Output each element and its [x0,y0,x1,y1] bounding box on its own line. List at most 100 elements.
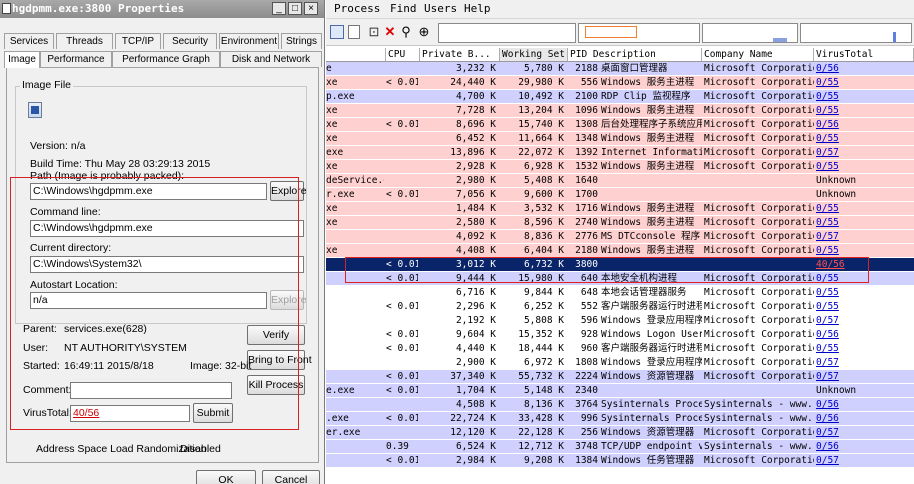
tab-strings[interactable]: Strings [281,33,322,49]
process-row[interactable]: 4,092 K 8,836 K 2776 MS DTCconsole 程序 Micros… [326,230,914,243]
process-row[interactable]: er.exe 12,120 K 22,128 K 256 Windows 资源管理器 Mi… [326,426,914,439]
virustotal-cell[interactable]: 0/55 [816,342,912,355]
cpu-graph[interactable] [438,23,576,43]
virustotal-cell[interactable]: 0/55 [816,202,912,215]
virustotal-cell[interactable]: 0/55 [816,300,912,313]
virustotal-cell[interactable]: 0/55 [816,132,912,145]
target-icon[interactable]: ⊕ [416,24,432,40]
process-row[interactable]: .exe < 0.01 22,724 K 33,428 K 996 Sysinternal… [326,412,914,425]
io-graph[interactable] [702,23,798,43]
virustotal-cell[interactable]: 0/57 [816,426,912,439]
process-row[interactable]: < 0.01 9,444 K 15,980 K 640 本地安全机构进程 Microsof… [326,272,914,285]
path-field[interactable]: C:\Windows\hgdpmm.exe [30,183,267,200]
process-row[interactable]: e 3,232 K 5,780 K 2188 桌面窗口管理器 Microsoft Corp… [326,62,914,75]
virustotal-cell[interactable]: 0/56 [816,412,912,425]
process-row[interactable]: < 0.01 9,604 K 15,352 K 928 Windows Logon Us… [326,328,914,341]
virustotal-cell[interactable]: 0/55 [816,104,912,117]
cancel-button[interactable]: Cancel [262,470,320,484]
process-row[interactable]: 2,900 K 6,972 K 1808 Windows 登录应用程序 Microsof… [326,356,914,369]
col-cpu[interactable]: CPU [386,48,420,61]
close-button[interactable]: × [304,2,318,15]
menu-find[interactable]: Find [390,2,417,15]
process-row[interactable]: xe 2,580 K 8,596 K 2740 Windows 服务主进程 Microso… [326,216,914,229]
autostart-field[interactable]: n/a [30,292,267,309]
network-graph[interactable] [800,23,912,43]
col-private-bytes[interactable]: Private B... [420,48,500,61]
tab-services[interactable]: Services [4,33,54,49]
process-row[interactable]: xe 2,928 K 6,928 K 1532 Windows 服务主进程 Microso… [326,160,914,173]
process-row[interactable]: p.exe 4,700 K 10,492 K 2100 RDP Clip 监视程序 Mic… [326,90,914,103]
properties-icon[interactable] [348,25,360,39]
find-icon[interactable]: ⚲ [398,24,414,40]
virustotal-cell[interactable]: 40/56 [816,258,912,271]
tab-disk-network[interactable]: Disk and Network [220,51,322,67]
process-row[interactable]: xe < 0.01 8,696 K 15,740 K 1308后台处理程序子系统应用程序… [326,118,914,131]
command-line-field[interactable]: C:\Windows\hgdpmm.exe [30,220,304,237]
virustotal-cell[interactable]: 0/55 [816,216,912,229]
col-working-set[interactable]: Working Set [500,48,568,61]
tab-security[interactable]: Security [163,33,217,49]
tab-tcpip[interactable]: TCP/IP [115,33,161,49]
memory-graph[interactable] [578,23,700,43]
verify-button[interactable]: Verify [247,325,305,345]
virustotal-cell[interactable]: 0/56 [816,440,912,453]
menu-users[interactable]: Users [424,2,457,15]
process-row[interactable]: xe 1,484 K 3,532 K 1716 Windows 服务主进程 Microso… [326,202,914,215]
virustotal-cell[interactable]: 0/57 [816,314,912,327]
virustotal-cell[interactable]: 0/55 [816,76,912,89]
process-row[interactable]: 4,508 K 8,136 K 3764Sysinternals Process .… [326,398,914,411]
process-row[interactable]: exe 13,896 K 22,072 K 1392 Internet Informat… [326,146,914,159]
process-row[interactable]: xe 6,452 K 11,664 K 1348 Windows 服务主进程 Micros… [326,132,914,145]
process-row[interactable]: r.exe < 0.01 7,056 K 9,600 K 1700 Unknown [326,188,914,201]
tab-performance-graph[interactable]: Performance Graph [112,51,220,67]
virustotal-cell[interactable]: 0/57 [816,454,912,467]
process-row[interactable]: xe 4,408 K 6,404 K 2180 Windows 服务主进程 Microso… [326,244,914,257]
explore-button[interactable]: Explore [270,181,307,201]
tab-environment[interactable]: Environment [219,33,279,49]
virustotal-cell[interactable]: 0/56 [816,398,912,411]
submit-button[interactable]: Submit [193,403,233,423]
virustotal-cell[interactable]: 0/55 [816,272,912,285]
minimize-button[interactable]: _ [272,2,286,15]
virustotal-cell[interactable]: 0/56 [816,62,912,75]
process-row[interactable]: < 0.01 2,984 K 9,208 K 1384 Windows 任务管理器 Mic… [326,454,914,467]
comment-field[interactable] [70,382,232,399]
bring-to-front-button[interactable]: Bring to Front [247,350,312,370]
virustotal-cell[interactable]: 0/56 [816,328,912,341]
menu-process[interactable]: Process [334,2,380,15]
col-company[interactable]: Company Name [702,48,814,61]
virustotal-cell[interactable]: 0/57 [816,356,912,369]
process-row[interactable]: 0.39 6,524 K 12,712 K 3748 TCP/UDP endpoint … [326,440,914,453]
process-row[interactable]: 6,716 K 9,844 K 648 本地会话管理器服务 Microsoft Corp… [326,286,914,299]
process-row[interactable]: xe < 0.01 24,440 K 29,980 K 556 Windows 服务主进程… [326,76,914,89]
process-row[interactable]: 2,192 K 5,808 K 596 Windows 登录应用程序 Microsoft… [326,314,914,327]
virustotal-cell[interactable]: 0/55 [816,160,912,173]
col-pid-description[interactable]: PID Description [568,48,702,61]
process-row[interactable]: < 0.01 4,440 K 18,444 K 960 客户端服务器运行时进程 Micro… [326,342,914,355]
refresh-icon[interactable] [330,25,344,39]
current-directory-field[interactable]: C:\Windows\System32\ [30,256,304,273]
virustotal-cell[interactable]: 0/57 [816,370,912,383]
process-row[interactable]: deService.exe 2,980 K 5,408 K 1640 Unknown [326,174,914,187]
process-row[interactable]: e.exe < 0.01 1,704 K 5,148 K 2340 Unknown [326,384,914,397]
process-row[interactable]: < 0.01 37,340 K 55,732 K 2224 Windows 资源管理器 M… [326,370,914,383]
virustotal-cell[interactable]: 0/55 [816,244,912,257]
virustotal-cell[interactable]: 0/56 [816,118,912,131]
kill-process-icon[interactable]: ✕ [382,24,398,40]
kill-process-button[interactable]: Kill Process [247,375,305,395]
process-row[interactable]: xe 7,728 K 13,204 K 1096 Windows 服务主进程 Micros… [326,104,914,117]
window-icon[interactable]: ⊡ [366,24,382,40]
process-row-selected[interactable]: < 0.01 3,012 K 6,732 K 3800 40/56 [326,258,914,271]
tab-performance[interactable]: Performance [40,51,112,67]
tab-threads[interactable]: Threads [56,33,113,49]
explore-autostart-button[interactable]: Explore [270,290,307,310]
virustotal-cell[interactable]: 0/55 [816,286,912,299]
menu-help[interactable]: Help [464,2,491,15]
col-virustotal[interactable]: VirusTotal [814,48,914,61]
virustotal-result-link[interactable]: 40/56 [70,405,190,422]
virustotal-cell[interactable]: 0/57 [816,230,912,243]
ok-button[interactable]: OK [196,470,256,484]
tab-image[interactable]: Image [4,51,40,68]
virustotal-cell[interactable]: 0/55 [816,90,912,103]
col-process[interactable] [326,48,386,61]
